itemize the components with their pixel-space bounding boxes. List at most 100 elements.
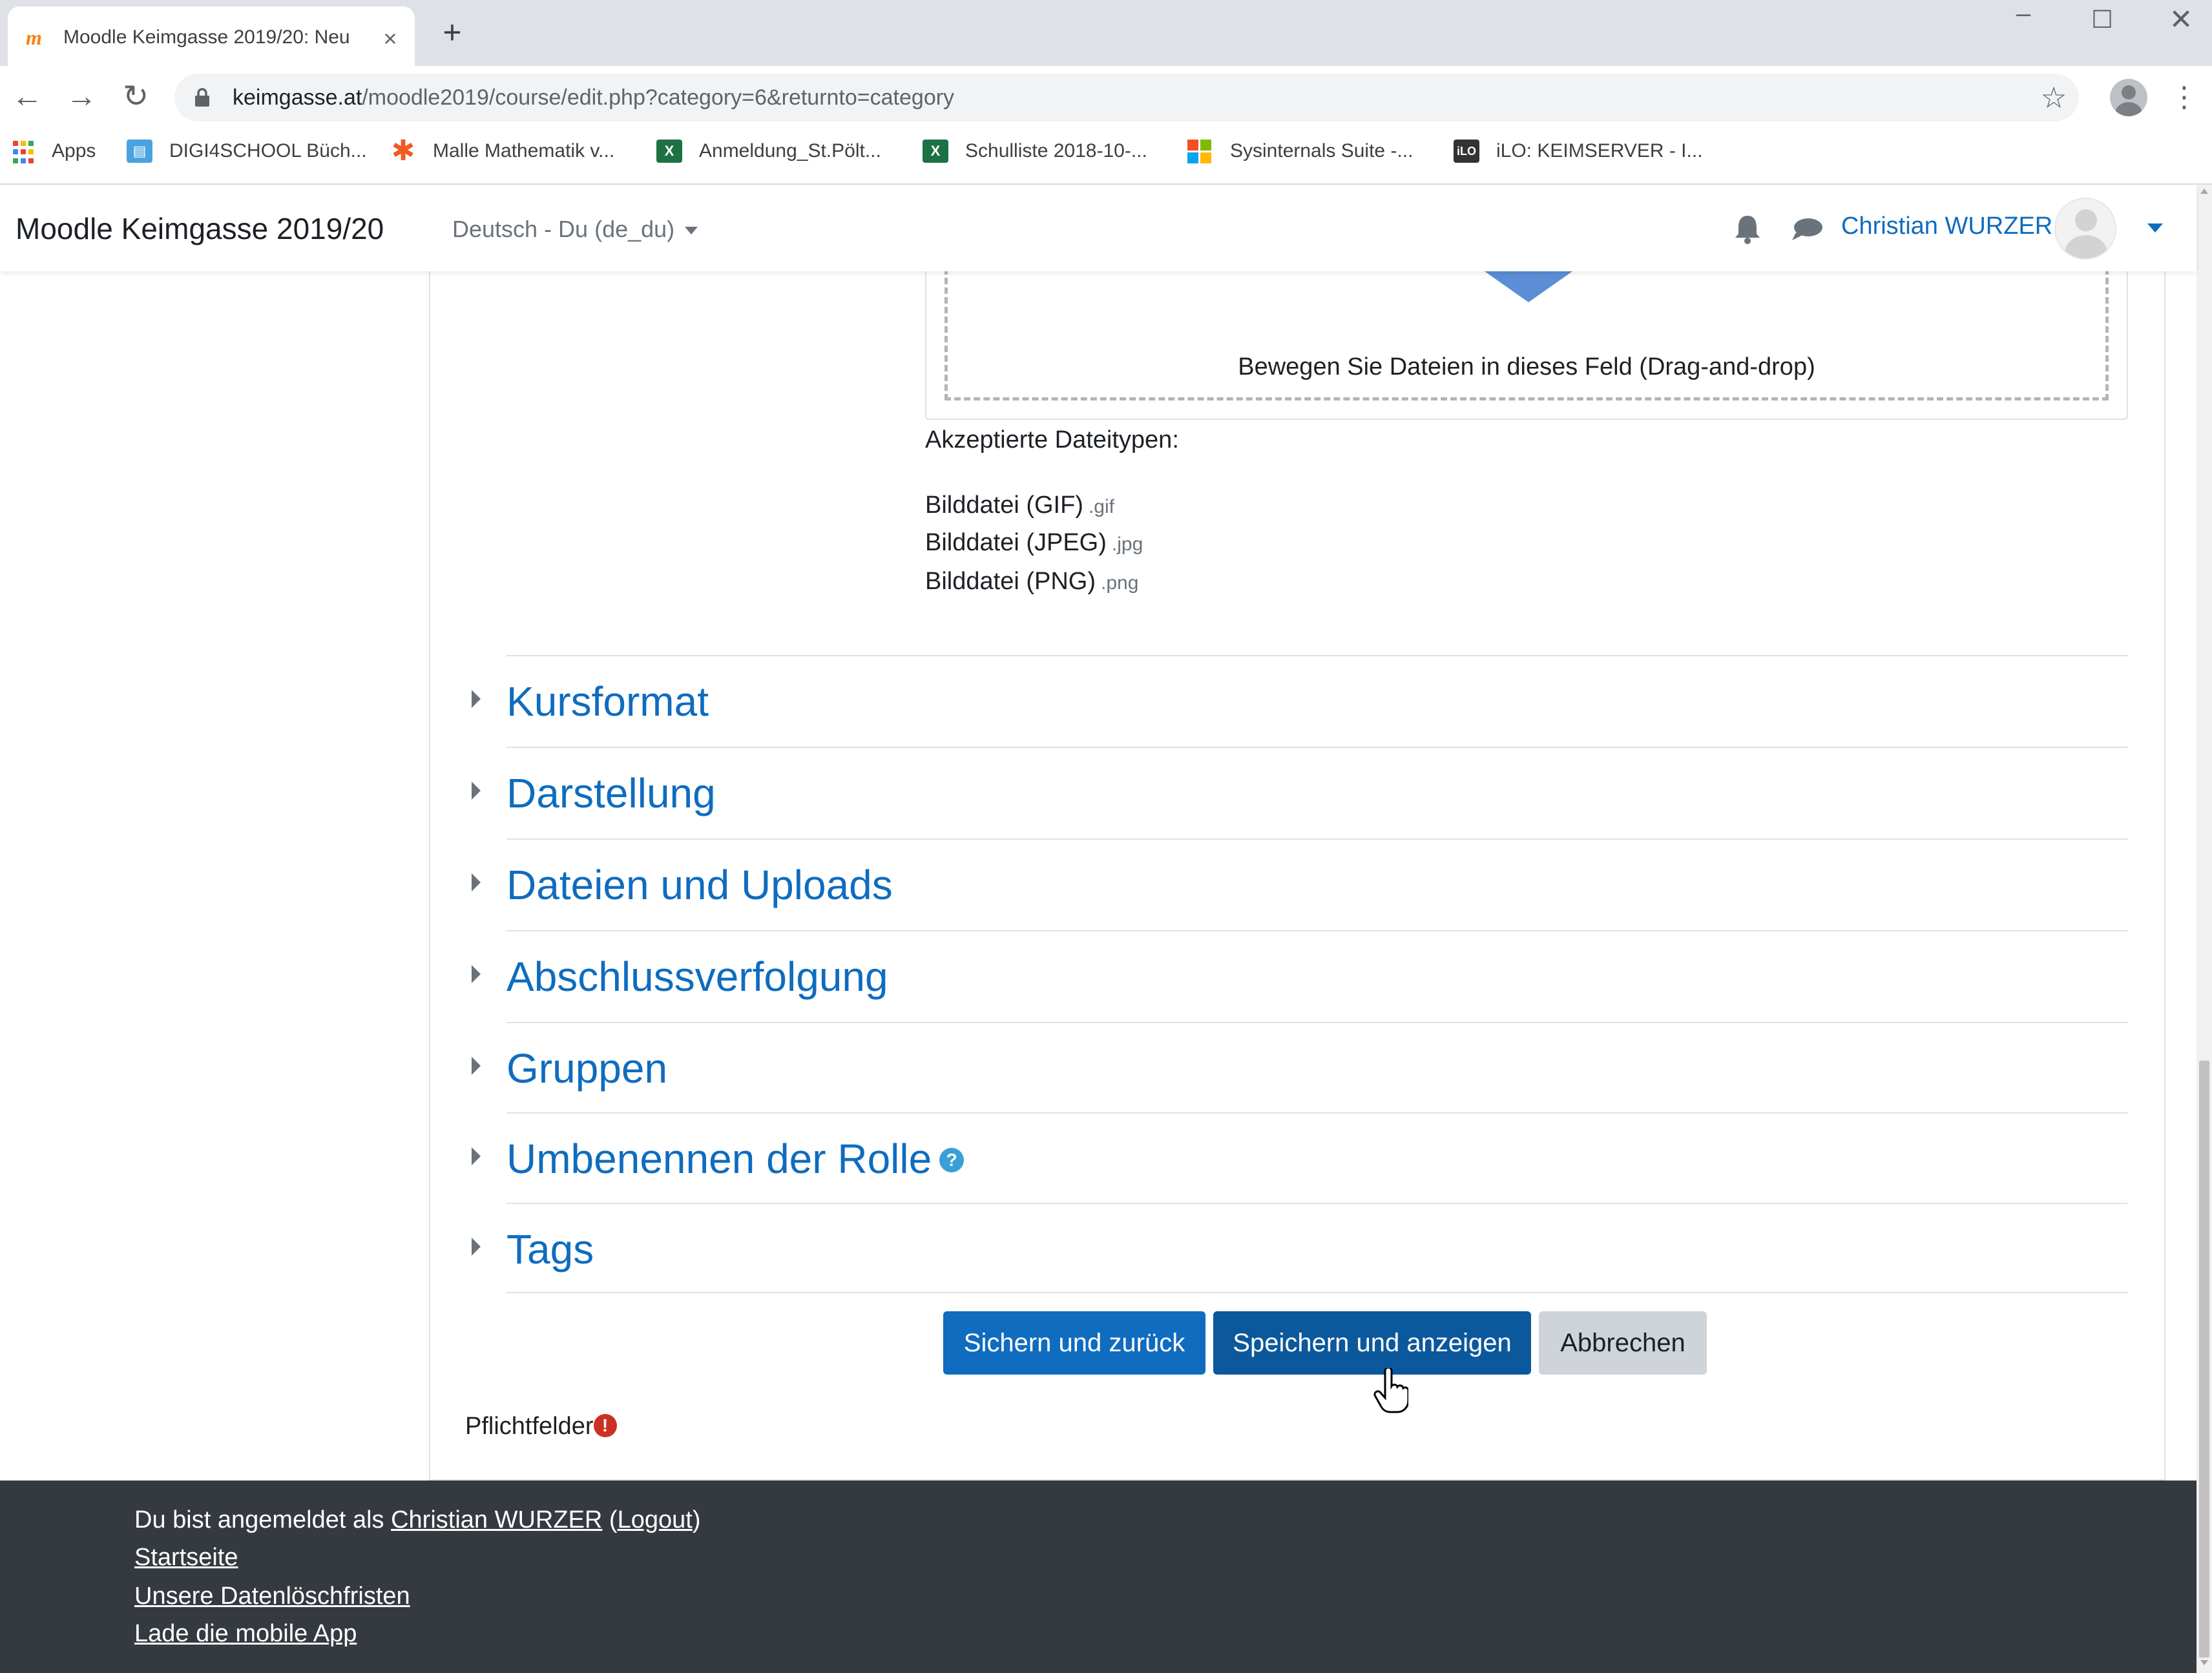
expand-triangle-icon[interactable] <box>472 965 481 983</box>
bookmark-schulliste[interactable]: X Schulliste 2018-10-... <box>923 136 1168 167</box>
section-divider <box>506 747 2128 748</box>
required-fields-label: Pflichtfelder <box>465 1413 594 1440</box>
browser-profile-icon[interactable] <box>2110 79 2147 116</box>
filetype-item: Bilddatei (JPEG) .jpg <box>925 525 1143 561</box>
expand-triangle-icon[interactable] <box>472 1238 481 1256</box>
chat-bubble-icon[interactable] <box>1789 211 1824 247</box>
data-retention-link[interactable]: Unsere Datenlöschfristen <box>134 1583 410 1610</box>
bookmark-label: DIGI4SCHOOL Büch... <box>169 140 367 161</box>
window-close-button[interactable]: ✕ <box>2155 4 2207 36</box>
bookmark-digi4school[interactable]: ▤ DIGI4SCHOOL Büch... <box>127 136 372 167</box>
section-gruppen[interactable]: Gruppen <box>472 1022 2128 1114</box>
section-darstellung[interactable]: Darstellung <box>472 747 2128 838</box>
filetype-label: Bilddatei (GIF) <box>925 492 1083 519</box>
section-divider <box>506 1292 2128 1293</box>
expand-triangle-icon[interactable] <box>472 1147 481 1165</box>
browser-tab[interactable]: m Moodle Keimgasse 2019/20: Neu × <box>8 6 415 66</box>
section-title[interactable]: Umbenennen der Rolle <box>506 1136 932 1182</box>
section-dateien-uploads[interactable]: Dateien und Uploads <box>472 838 2128 930</box>
accepted-filetypes-label: Akzeptierte Dateitypen: <box>925 426 1179 453</box>
section-abschlussverfolgung[interactable]: Abschlussverfolgung <box>472 930 2128 1022</box>
url-text: keimgasse.at/moodle2019/course/edit.php?… <box>233 83 1912 112</box>
bookmarks-bar: Apps ▤ DIGI4SCHOOL Büch... ✱ Malle Mathe… <box>0 128 2212 185</box>
bookmark-label: Schulliste 2018-10-... <box>965 140 1147 161</box>
section-umbenennen-rolle[interactable]: Umbenennen der Rolle? <box>472 1112 2128 1204</box>
excel-icon: X <box>923 140 948 163</box>
new-tab-button[interactable]: + <box>437 16 468 49</box>
browser-menu-icon[interactable]: ⋮ <box>2168 79 2200 116</box>
language-label: Deutsch - Du (de_du) <box>452 216 675 242</box>
filetype-ext: .gif <box>1088 496 1114 517</box>
section-divider <box>506 1112 2128 1114</box>
chevron-down-icon <box>685 227 698 235</box>
bell-icon[interactable] <box>1731 211 1764 247</box>
section-divider <box>506 930 2128 931</box>
expand-triangle-icon[interactable] <box>472 690 481 708</box>
section-kursformat[interactable]: Kursformat <box>472 655 2128 747</box>
logout-link[interactable]: Logout <box>618 1506 693 1533</box>
section-tags[interactable]: Tags <box>472 1203 2128 1294</box>
forward-arrow-icon[interactable]: → <box>62 78 101 116</box>
filetype-item: Bilddatei (PNG) .png <box>925 563 1138 599</box>
home-link[interactable]: Startseite <box>134 1544 238 1571</box>
moodle-favicon-icon: m <box>26 26 42 49</box>
expand-triangle-icon[interactable] <box>472 873 481 891</box>
ilo-icon: iLO <box>1454 140 1479 163</box>
section-title[interactable]: Dateien und Uploads <box>506 859 893 911</box>
filetype-ext: .png <box>1100 572 1139 594</box>
scroll-up-arrow-icon[interactable] <box>2200 189 2208 194</box>
url-host: keimgasse.at <box>233 85 362 110</box>
mobile-app-link[interactable]: Lade die mobile App <box>134 1620 357 1647</box>
bookmark-label: Apps <box>52 140 96 161</box>
section-title[interactable]: Tags <box>506 1223 594 1275</box>
tab-close-icon[interactable]: × <box>377 26 403 52</box>
cancel-button[interactable]: Abbrechen <box>1539 1311 1707 1375</box>
bookmark-label: iLO: KEIMSERVER - I... <box>1496 140 1703 161</box>
reload-icon[interactable]: ↻ <box>116 78 155 116</box>
user-menu-name[interactable]: Christian WURZER <box>1841 208 2052 244</box>
page-scrollbar[interactable] <box>2196 185 2212 1673</box>
browser-toolbar: ← → ↻ keimgasse.at/moodle2019/course/edi… <box>0 66 2212 128</box>
address-bar[interactable]: keimgasse.at/moodle2019/course/edit.php?… <box>174 74 2079 121</box>
drop-arrow-icon <box>1485 271 1572 302</box>
scroll-down-arrow-icon[interactable] <box>2200 1660 2208 1665</box>
bookmark-star-icon[interactable]: ☆ <box>2038 81 2070 114</box>
save-and-return-button[interactable]: Sichern und zurück <box>943 1311 1205 1375</box>
section-divider <box>506 838 2128 840</box>
section-title[interactable]: Darstellung <box>506 767 716 819</box>
back-arrow-icon[interactable]: ← <box>8 78 47 116</box>
save-and-display-button[interactable]: Speichern und anzeigen <box>1213 1311 1531 1375</box>
page-footer: Du bist angemeldet als Christian WURZER … <box>0 1481 2196 1673</box>
moodle-navbar: Moodle Keimgasse 2019/20 Deutsch - Du (d… <box>0 185 2196 271</box>
section-title-row[interactable]: Umbenennen der Rolle? <box>506 1133 965 1185</box>
bookmark-sysinternals[interactable]: Sysinternals Suite -... <box>1187 136 1433 167</box>
bookmark-anmeldung[interactable]: X Anmeldung_St.Pölt... <box>656 136 902 167</box>
window-maximize-button[interactable]: ☐ <box>2076 4 2128 36</box>
excel-icon: X <box>656 140 682 163</box>
user-avatar[interactable] <box>2054 198 2116 260</box>
asterisk-icon: ✱ <box>391 135 415 167</box>
hand-pointer-cursor-icon <box>1373 1368 1408 1413</box>
section-title[interactable]: Abschlussverfolgung <box>506 951 888 1003</box>
bookmark-ilo[interactable]: iLO iLO: KEIMSERVER - I... <box>1454 136 1703 167</box>
section-divider <box>506 655 2128 656</box>
expand-triangle-icon[interactable] <box>472 782 481 800</box>
help-question-icon[interactable]: ? <box>939 1148 965 1173</box>
section-title[interactable]: Gruppen <box>506 1043 667 1094</box>
window-minimize-button[interactable]: – <box>1998 1 2049 36</box>
site-name-link[interactable]: Moodle Keimgasse 2019/20 <box>16 211 384 247</box>
bookmark-malle[interactable]: ✱ Malle Mathematik v... <box>390 136 636 167</box>
section-title[interactable]: Kursformat <box>506 676 709 727</box>
filetype-item: Bilddatei (GIF) .gif <box>925 487 1114 523</box>
user-menu-caret-icon[interactable] <box>2147 223 2163 233</box>
exclamation-icon: ! <box>593 1413 617 1437</box>
bookmark-apps[interactable]: Apps <box>13 136 103 167</box>
footer-user-link[interactable]: Christian WURZER <box>391 1506 602 1533</box>
bookmark-label: Malle Mathematik v... <box>433 140 615 161</box>
language-menu[interactable]: Deutsch - Du (de_du) <box>452 213 698 245</box>
apps-grid-icon <box>13 141 36 164</box>
scrollbar-thumb[interactable] <box>2199 1061 2209 1657</box>
dropzone-text: Bewegen Sie Dateien in dieses Feld (Drag… <box>1238 353 1815 380</box>
filetype-ext: .jpg <box>1111 534 1143 555</box>
expand-triangle-icon[interactable] <box>472 1057 481 1075</box>
